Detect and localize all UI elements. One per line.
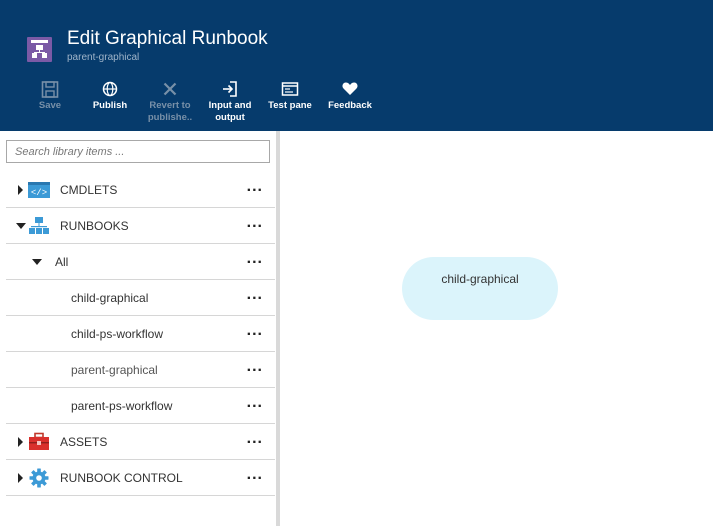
library-item-runbook-control[interactable]: RUNBOOK CONTROL ... [6,460,275,496]
collapse-icon[interactable] [16,223,26,229]
expand-icon[interactable] [18,185,23,195]
more-options-icon[interactable]: ... [247,178,263,196]
library-item-child-graphical[interactable]: child-graphical ... [6,280,275,316]
save-button[interactable]: Save [30,78,70,128]
library-item-label: CMDLETS [60,183,118,197]
publish-label: Publish [92,100,128,111]
blade-header: Edit Graphical Runbook parent-graphical … [0,0,713,131]
gear-icon [29,468,49,488]
test-pane-button[interactable]: Test pane [265,78,315,128]
expand-icon[interactable] [18,437,23,447]
revert-label-2: publishe.. [147,112,193,123]
more-options-icon[interactable]: ... [247,286,263,304]
library-search-input[interactable] [6,140,270,163]
cmdlet-icon: </> [28,182,50,198]
input-and-output-button[interactable]: Input and output [205,78,255,128]
library-item-label: ASSETS [60,435,108,449]
test-pane-icon [281,82,299,96]
library-item-parent-graphical[interactable]: parent-graphical ... [6,352,275,388]
expand-icon[interactable] [18,473,23,483]
library-item-cmdlets[interactable]: </> CMDLETS ... [6,172,275,208]
revert-to-published-button[interactable]: Revert to publishe.. [145,78,195,128]
close-icon [163,82,177,96]
sign-in-icon [223,81,237,97]
library-item-label: child-graphical [71,291,149,305]
activity-node-child-graphical[interactable]: child-graphical [402,257,558,320]
page-title: Edit Graphical Runbook [67,28,268,49]
runbook-canvas[interactable] [280,131,713,526]
library-item-label: child-ps-workflow [71,327,164,341]
library-item-parent-ps-workflow[interactable]: parent-ps-workflow ... [6,388,275,424]
revert-label-1: Revert to [149,100,191,111]
io-label-1: Input and [208,100,252,111]
heart-icon [342,82,358,95]
library-item-label: All [55,255,69,269]
collapse-icon[interactable] [32,259,42,265]
globe-icon [102,81,118,97]
command-bar: Save Publish Revert to publishe.. Input … [0,78,713,128]
svg-text:</>: </> [31,188,47,198]
save-label: Save [38,100,62,111]
test-pane-label: Test pane [268,100,312,111]
library-item-label: RUNBOOK CONTROL [60,471,183,485]
library-item-label: RUNBOOKS [60,219,129,233]
library-item-all[interactable]: All ... [6,244,275,280]
library-item-child-ps-workflow[interactable]: child-ps-workflow ... [6,316,275,352]
feedback-button[interactable]: Feedback [325,78,375,128]
runbook-icon [27,37,52,62]
toolbox-icon [29,432,49,450]
library-item-label: parent-ps-workflow [71,399,173,413]
more-options-icon[interactable]: ... [247,394,263,412]
more-options-icon[interactable]: ... [247,430,263,448]
more-options-icon[interactable]: ... [247,358,263,376]
more-options-icon[interactable]: ... [247,466,263,484]
more-options-icon[interactable]: ... [247,214,263,232]
library-item-runbooks[interactable]: RUNBOOKS ... [6,208,275,244]
page-subtitle: parent-graphical [67,52,140,63]
feedback-label: Feedback [328,100,372,111]
more-options-icon[interactable]: ... [247,322,263,340]
save-icon [41,81,59,98]
io-label-2: output [215,112,245,123]
library-item-assets[interactable]: ASSETS ... [6,424,275,460]
publish-button[interactable]: Publish [88,78,132,128]
more-options-icon[interactable]: ... [247,250,263,268]
runbooks-icon [29,217,49,234]
activity-node-label: child-graphical [441,272,519,286]
library-item-label: parent-graphical [71,363,158,377]
